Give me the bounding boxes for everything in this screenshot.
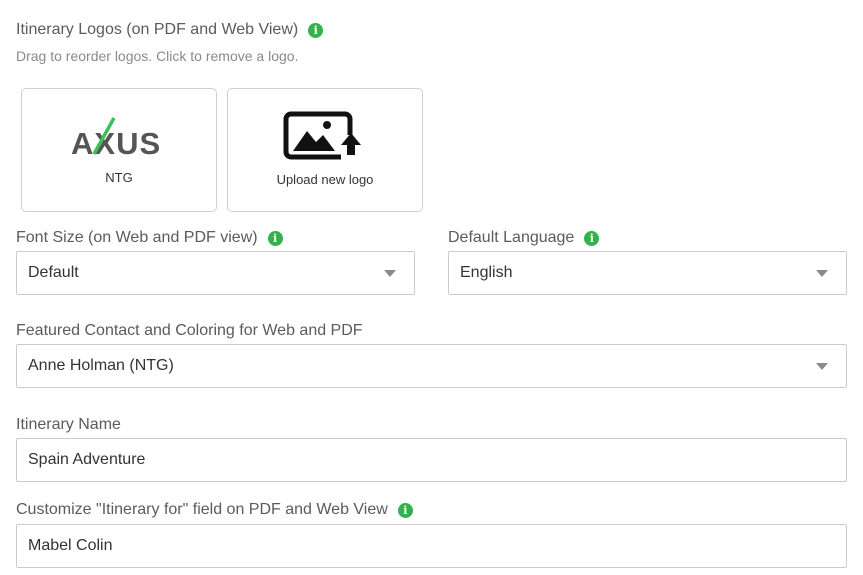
itinerary-for-input[interactable]: Mabel Colin <box>16 524 847 568</box>
itinerary-name-input[interactable]: Spain Adventure <box>16 438 847 482</box>
upload-logo-label: Upload new logo <box>276 172 374 187</box>
image-upload-icon <box>283 111 363 168</box>
font-size-label-text: Font Size (on Web and PDF view) <box>16 229 258 246</box>
info-icon[interactable]: i <box>584 230 600 246</box>
itinerary-logos-label-text: Itinerary Logos (on PDF and Web View) <box>16 21 299 38</box>
itinerary-name-label: Itinerary Name <box>16 416 121 433</box>
featured-contact-value: Anne Holman (NTG) <box>28 357 174 374</box>
logo-caption: NTG <box>105 170 133 185</box>
itinerary-logos-label: Itinerary Logos (on PDF and Web View) i <box>16 21 324 39</box>
default-language-label-text: Default Language <box>448 229 575 246</box>
info-icon[interactable]: i <box>267 230 283 246</box>
featured-contact-select[interactable]: Anne Holman (NTG) <box>16 344 847 388</box>
info-icon[interactable]: i <box>308 22 324 38</box>
chevron-down-icon <box>816 270 828 277</box>
font-size-select[interactable]: Default <box>16 251 415 295</box>
default-language-select[interactable]: English <box>448 251 847 295</box>
logos-hint: Drag to reorder logos. Click to remove a… <box>16 48 299 64</box>
info-icon[interactable]: i <box>397 502 413 518</box>
itinerary-for-label-text: Customize "Itinerary for" field on PDF a… <box>16 501 388 518</box>
default-language-value: English <box>460 264 513 281</box>
axus-logo-text: AXUS <box>71 126 161 158</box>
itinerary-for-label: Customize "Itinerary for" field on PDF a… <box>16 501 413 519</box>
logo-card-ntg[interactable]: AXUS NTG <box>21 88 217 212</box>
default-language-label: Default Language i <box>448 229 600 247</box>
axus-logo: AXUS <box>70 114 170 163</box>
itinerary-name-value: Spain Adventure <box>28 451 146 468</box>
font-size-value: Default <box>28 264 79 281</box>
chevron-down-icon <box>384 270 396 277</box>
upload-logo-card[interactable]: Upload new logo <box>227 88 423 212</box>
itinerary-for-value: Mabel Colin <box>28 537 113 554</box>
chevron-down-icon <box>816 363 828 370</box>
font-size-label: Font Size (on Web and PDF view) i <box>16 229 283 247</box>
featured-contact-label: Featured Contact and Coloring for Web an… <box>16 322 363 339</box>
